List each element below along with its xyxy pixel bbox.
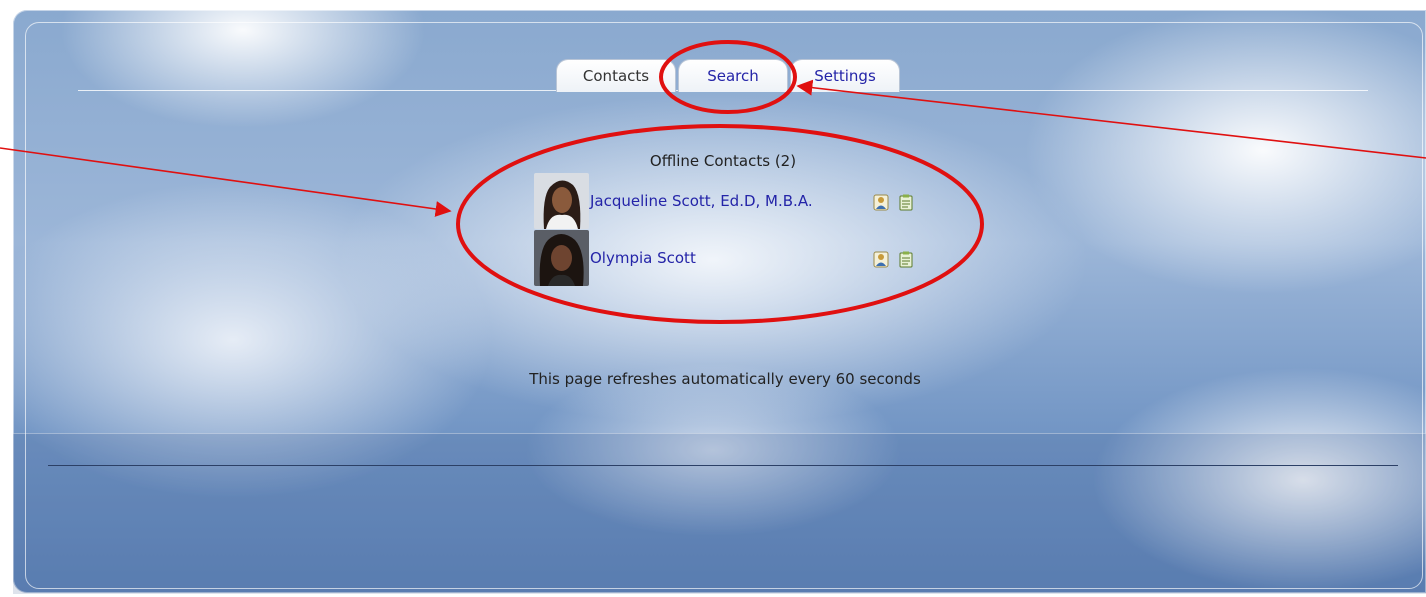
right-annotation-arrow — [796, 79, 1426, 159]
annotation-overlay — [0, 40, 1426, 324]
contacts-highlight-ellipse — [456, 124, 984, 324]
search-tab-highlight-ellipse — [659, 40, 797, 114]
left-annotation-arrow — [0, 147, 452, 217]
